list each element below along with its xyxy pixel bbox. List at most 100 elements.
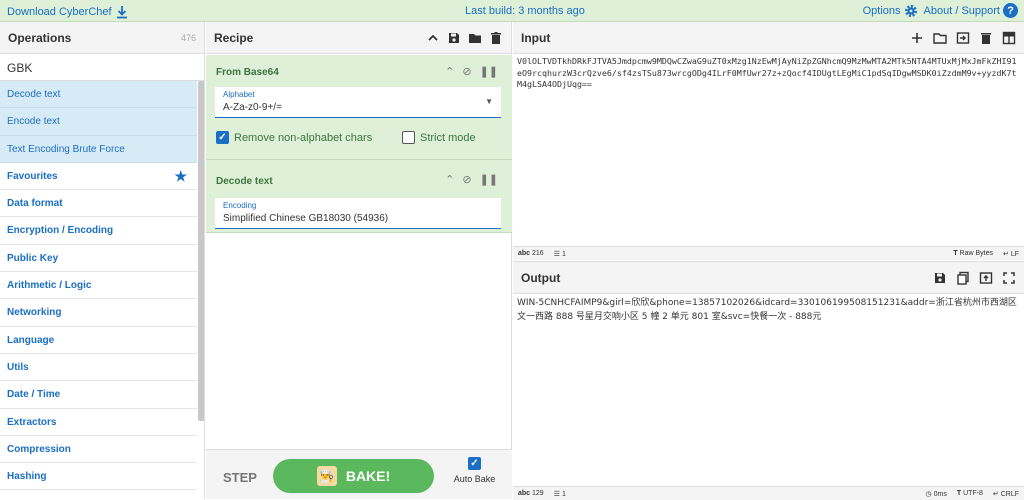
- checkbox-checked-icon: ✓: [216, 131, 229, 144]
- op-result-text-encoding-brute-force[interactable]: Text Encoding Brute Force: [0, 135, 197, 163]
- output-eol-value: CRLF: [1000, 491, 1019, 498]
- char-count-value: 129: [532, 490, 544, 497]
- download-label: Download CyberChef: [7, 6, 112, 18]
- input-encoding-value: Raw Bytes: [959, 250, 994, 257]
- ingredient-from-base64: From Base64 ⌃ ⊘ ❚❚ Alphabet A-Za-z0-9+/=…: [206, 55, 512, 160]
- line-count-value: 1: [561, 491, 566, 498]
- category-date-time[interactable]: Date / Time: [0, 381, 197, 409]
- category-extractors[interactable]: Extractors: [0, 408, 197, 436]
- op-result-decode-text[interactable]: Decode text: [0, 81, 197, 109]
- output-textarea[interactable]: WIN-5CNHCFAIMP9&girl=欣欣&phone=1385710202…: [517, 296, 1020, 324]
- category-public-key[interactable]: Public Key: [0, 244, 197, 273]
- bake-label: BAKE!: [345, 468, 391, 484]
- operations-count: 476: [180, 32, 196, 43]
- operations-scrollbar[interactable]: [198, 81, 204, 421]
- options-label: Options: [862, 4, 901, 17]
- category-language[interactable]: Language: [0, 326, 197, 354]
- line-count-value: 1: [561, 251, 566, 258]
- copy-icon[interactable]: [956, 271, 970, 285]
- line-count: ☰ 1: [553, 491, 566, 498]
- category-networking[interactable]: Networking: [0, 299, 197, 327]
- pause-icon[interactable]: ❚❚: [480, 65, 498, 78]
- maximise-icon[interactable]: [1002, 271, 1016, 285]
- output-encoding-value: UTF-8: [963, 490, 983, 497]
- chevron-up-icon[interactable]: ⌃: [445, 65, 454, 78]
- options-link[interactable]: Options: [863, 4, 918, 18]
- operations-search-input[interactable]: GBK: [0, 54, 204, 81]
- input-eol-value: LF: [1010, 251, 1019, 258]
- help-icon: ?: [1003, 3, 1018, 18]
- input-eol[interactable]: ↵ LF: [1003, 250, 1019, 258]
- bake-time-value: 0ms: [933, 491, 947, 498]
- replace-input-icon[interactable]: [979, 271, 993, 285]
- input-encoding[interactable]: T Raw Bytes: [953, 250, 993, 258]
- recipe-header: Recipe: [206, 22, 511, 54]
- chevron-up-icon[interactable]: ⌃: [445, 173, 454, 186]
- category-data-format[interactable]: Data format: [0, 190, 197, 218]
- category-utils[interactable]: Utils: [0, 353, 197, 382]
- disable-icon[interactable]: ⊘: [462, 173, 471, 186]
- last-build: Last build: 3 months ago: [465, 5, 585, 17]
- char-count: abc 216: [518, 250, 544, 257]
- operations-header: Operations 476: [0, 22, 204, 54]
- star-icon: ★: [174, 167, 187, 184]
- pause-icon[interactable]: ❚❚: [480, 173, 498, 186]
- bake-button[interactable]: 👨‍🍳 BAKE!: [273, 459, 434, 493]
- add-tab-icon[interactable]: [910, 31, 924, 45]
- char-count: abc 129: [518, 490, 544, 497]
- ingredient-decode-text: Decode text ⌃ ⊘ ❚❚ Encoding Simplified C…: [206, 160, 512, 233]
- output-encoding[interactable]: T UTF-8: [957, 490, 983, 498]
- output-eol[interactable]: ↵ CRLF: [993, 490, 1019, 498]
- ingredient-title: Decode text: [216, 176, 273, 187]
- category-encryption-encoding[interactable]: Encryption / Encoding: [0, 217, 197, 245]
- field-value: Simplified Chinese GB18030 (54936): [223, 213, 389, 224]
- save-output-icon[interactable]: [933, 271, 947, 285]
- output-status-bar: abc 129 ☰ 1 ◷ 0ms T UTF-8 ↵ CRLF: [513, 486, 1024, 500]
- trash-icon[interactable]: [489, 31, 503, 45]
- operations-list: Decode text Encode text Text Encoding Br…: [0, 81, 197, 491]
- field-label: Encoding: [223, 201, 257, 210]
- checkbox-unchecked-icon: [402, 131, 415, 144]
- field-label: Alphabet: [223, 90, 255, 99]
- delete-icon[interactable]: [979, 31, 993, 45]
- step-button[interactable]: STEP: [223, 470, 257, 485]
- layout-icon[interactable]: [1002, 31, 1016, 45]
- remove-non-alphabet-checkbox[interactable]: ✓ Remove non-alphabet chars: [216, 131, 372, 144]
- open-folder-icon[interactable]: [933, 31, 947, 45]
- category-arithmetic-logic[interactable]: Arithmetic / Logic: [0, 272, 197, 300]
- download-link[interactable]: Download CyberChef: [7, 5, 129, 19]
- input-status-bar: abc 216 ☰ 1 T Raw Bytes ↵ LF: [513, 246, 1024, 260]
- open-file-icon[interactable]: [956, 31, 970, 45]
- ingredient-title: From Base64: [216, 67, 279, 78]
- checkbox-label: Remove non-alphabet chars: [234, 131, 373, 144]
- category-label: Favourites: [7, 170, 58, 182]
- alphabet-select[interactable]: Alphabet A-Za-z0-9+/= ▼: [215, 87, 501, 118]
- operations-panel: Operations 476 GBK Decode text Encode te…: [0, 22, 205, 499]
- collapse-icon[interactable]: [426, 31, 440, 45]
- recipe-panel: Recipe From Base64 ⌃ ⊘ ❚❚ Alphabet A-Za-…: [206, 22, 512, 499]
- about-link[interactable]: About / Support ?: [924, 3, 1018, 18]
- operations-title: Operations: [8, 30, 72, 45]
- category-favourites[interactable]: Favourites ★: [0, 162, 197, 191]
- category-compression[interactable]: Compression: [0, 435, 197, 464]
- output-title: Output: [521, 270, 561, 285]
- checkbox-label: Strict mode: [420, 131, 476, 144]
- top-bar: Download CyberChef Last build: 3 months …: [0, 0, 1024, 22]
- category-hashing[interactable]: Hashing: [0, 463, 197, 491]
- dropdown-caret-icon: ▼: [485, 97, 493, 106]
- gear-icon: [904, 4, 917, 17]
- strict-mode-checkbox[interactable]: Strict mode: [402, 131, 476, 144]
- op-result-encode-text[interactable]: Encode text: [0, 108, 197, 136]
- input-textarea[interactable]: V0lOLTVDTkhDRkFJTVA5Jmdpcmw9MDQwCZwaG9uZ…: [517, 56, 1020, 91]
- input-panel: Input V0lOLTVDTkhDRkFJTVA5Jmdpcmw9MDQwCZ…: [513, 22, 1024, 260]
- bake-time: ◷ 0ms: [925, 491, 947, 498]
- save-icon[interactable]: [447, 31, 461, 45]
- auto-bake-label: Auto Bake: [453, 474, 496, 484]
- disable-icon[interactable]: ⊘: [462, 65, 471, 78]
- folder-icon[interactable]: [468, 31, 482, 45]
- encoding-select[interactable]: Encoding Simplified Chinese GB18030 (549…: [215, 198, 501, 229]
- auto-bake-checkbox[interactable]: ✓ Auto Bake: [452, 457, 497, 484]
- line-count: ☰ 1: [553, 251, 566, 258]
- output-panel: Output WIN-5CNHCFAIMP9&girl=欣欣&phone=138…: [513, 261, 1024, 500]
- about-label: About / Support: [923, 4, 1000, 17]
